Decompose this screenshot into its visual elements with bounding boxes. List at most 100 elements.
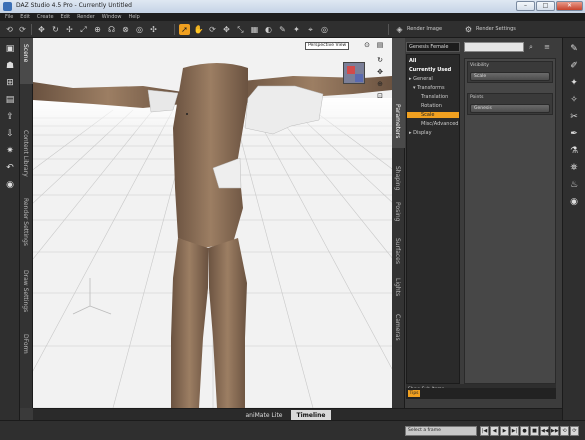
node-select-icon[interactable]: ✥ xyxy=(36,24,47,35)
brush-tool-icon[interactable]: ✒ xyxy=(568,128,580,140)
frame-select-field[interactable]: Select a frame xyxy=(405,426,477,436)
puppeteer-icon[interactable]: ✦ xyxy=(568,77,580,89)
globe-icon[interactable]: ◉ xyxy=(568,196,580,208)
tips-button[interactable]: Tips xyxy=(408,390,420,397)
pointer-icon[interactable]: ➚ xyxy=(179,24,190,35)
tree-item-general[interactable]: ▸ General xyxy=(409,76,433,82)
tree-item-display[interactable]: ▸ Display xyxy=(409,130,432,136)
camera-icon[interactable]: ◉ xyxy=(4,179,16,191)
wrench-icon[interactable]: ✂ xyxy=(568,111,580,123)
render-settings-icon[interactable]: ⚙ xyxy=(463,24,474,35)
render-settings-label[interactable]: Render Settings xyxy=(476,26,516,32)
minimize-button[interactable]: – xyxy=(516,1,535,11)
tab-lights[interactable]: Lights xyxy=(392,278,405,308)
scale-tool-icon[interactable]: ⤡ xyxy=(235,24,246,35)
camera-tool-icon[interactable]: ◎ xyxy=(319,24,330,35)
joint-icon[interactable]: ⊗ xyxy=(120,24,131,35)
lamp-icon[interactable]: ♨ xyxy=(568,179,580,191)
node-selector[interactable]: Genesis Female xyxy=(406,42,460,52)
geometry-icon[interactable]: ▦ xyxy=(249,24,260,35)
pan-icon[interactable]: ✥ xyxy=(376,68,384,76)
stop-button[interactable]: ■ xyxy=(530,426,539,436)
tree-item-currently-used[interactable]: Currently Used xyxy=(409,67,451,73)
undo-icon[interactable]: ⟲ xyxy=(4,24,15,35)
pencil-icon[interactable]: ✐ xyxy=(568,60,580,72)
tab-cameras[interactable]: Cameras xyxy=(392,314,405,354)
scale-icon[interactable]: ⤢ xyxy=(78,24,89,35)
first-frame-button[interactable]: |◀ xyxy=(480,426,489,436)
magic-icon[interactable]: ✧ xyxy=(568,94,580,106)
menu-edit[interactable]: Edit xyxy=(20,13,30,21)
region-icon[interactable]: ◎ xyxy=(134,24,145,35)
search-input[interactable] xyxy=(464,42,524,52)
tab-render-settings[interactable]: Render Settings xyxy=(20,198,33,268)
tab-draw-settings[interactable]: Draw Settings xyxy=(20,270,33,340)
tree-item-transforms[interactable]: ▾ Transforms xyxy=(413,85,445,91)
redo-icon[interactable]: ⟳ xyxy=(17,24,28,35)
rotate-icon[interactable]: ↻ xyxy=(50,24,61,35)
universal-icon[interactable]: ⊕ xyxy=(92,24,103,35)
zoom-icon[interactable]: ⊕ xyxy=(376,80,384,88)
viewport-menu-icon[interactable]: ▤ xyxy=(376,41,384,49)
tree-item-rotation[interactable]: Rotation xyxy=(421,103,442,109)
menu-window[interactable]: Window xyxy=(102,13,122,21)
pose-icon[interactable]: ☊ xyxy=(106,24,117,35)
menu-help[interactable]: Help xyxy=(128,13,139,21)
brush-icon[interactable]: ✎ xyxy=(277,24,288,35)
last-frame-button[interactable]: ▶| xyxy=(510,426,519,436)
pin-icon[interactable]: ✦ xyxy=(291,24,302,35)
tab-scene[interactable]: Scene xyxy=(20,38,33,84)
menu-render[interactable]: Render xyxy=(77,13,95,21)
rewind-button[interactable]: ◀◀ xyxy=(540,426,549,436)
fast-forward-button[interactable]: ▶▶ xyxy=(550,426,559,436)
loop-button[interactable]: ⟲ xyxy=(560,426,569,436)
surface-icon[interactable]: ◐ xyxy=(263,24,274,35)
close-button[interactable]: ✕ xyxy=(556,1,583,11)
undo-scene-icon[interactable]: ↶ xyxy=(4,162,16,174)
3d-viewport[interactable]: Perspective View ⊙ ▤ ↻ ✥ ⊕ ⊡ xyxy=(33,38,392,408)
merge-icon[interactable]: ⊞ xyxy=(4,77,16,89)
menu-file[interactable]: File xyxy=(5,13,13,21)
lock-icon[interactable]: ✎ xyxy=(568,43,580,55)
spot-icon[interactable]: ✣ xyxy=(148,24,159,35)
tree-item-translation[interactable]: Translation xyxy=(421,94,448,100)
property-field[interactable]: Scale xyxy=(470,72,550,81)
render-image-label[interactable]: Render Image xyxy=(407,26,442,32)
menu-edit-2[interactable]: Edit xyxy=(60,13,70,21)
play-button[interactable]: ▶ xyxy=(500,426,509,436)
lights-icon[interactable]: ✷ xyxy=(4,145,16,157)
menu-create[interactable]: Create xyxy=(37,13,54,21)
tree-item-misc-advanced[interactable]: Misc/Advanced xyxy=(421,121,458,127)
figure-icon[interactable]: ☗ xyxy=(4,60,16,72)
tab-parameters[interactable]: Parameters xyxy=(392,38,405,148)
move-tool-icon[interactable]: ✥ xyxy=(221,24,232,35)
property-field[interactable]: Genesis xyxy=(470,104,550,113)
export-icon[interactable]: ⇪ xyxy=(4,111,16,123)
viewport-camera-icon[interactable]: ⊙ xyxy=(363,41,371,49)
maximize-button[interactable]: □ xyxy=(536,1,555,11)
search-icon[interactable]: ⌕ xyxy=(526,42,536,52)
rotate-tool-icon[interactable]: ⟳ xyxy=(207,24,218,35)
bucket-icon[interactable]: ⛯ xyxy=(568,162,580,174)
tab-shaping[interactable]: Shaping xyxy=(392,166,405,206)
options-icon[interactable]: ≡ xyxy=(542,42,552,52)
save-icon[interactable]: ▤ xyxy=(4,94,16,106)
orbit-icon[interactable]: ↻ xyxy=(376,56,384,64)
view-cube-icon[interactable] xyxy=(343,62,365,84)
magnify-icon[interactable]: ⌖ xyxy=(305,24,316,35)
record-button[interactable]: ● xyxy=(520,426,529,436)
tab-dform[interactable]: DForm xyxy=(20,334,33,374)
repeat-button[interactable]: ⟳ xyxy=(570,426,579,436)
translate-icon[interactable]: ✢ xyxy=(64,24,75,35)
import-icon[interactable]: ⇩ xyxy=(4,128,16,140)
camera-selector[interactable]: Perspective View xyxy=(305,42,350,50)
render-icon[interactable]: ◈ xyxy=(394,24,405,35)
pose-tool-icon[interactable]: ✋ xyxy=(193,24,204,35)
tree-item-scale[interactable]: Scale xyxy=(407,112,459,118)
tab-surfaces[interactable]: Surfaces xyxy=(392,238,405,278)
tree-item-all[interactable]: All xyxy=(409,58,416,64)
spray-icon[interactable]: ⚗ xyxy=(568,145,580,157)
new-scene-icon[interactable]: ▣ xyxy=(4,43,16,55)
prev-frame-button[interactable]: ◀ xyxy=(490,426,499,436)
tab-posing[interactable]: Posing xyxy=(392,202,405,232)
